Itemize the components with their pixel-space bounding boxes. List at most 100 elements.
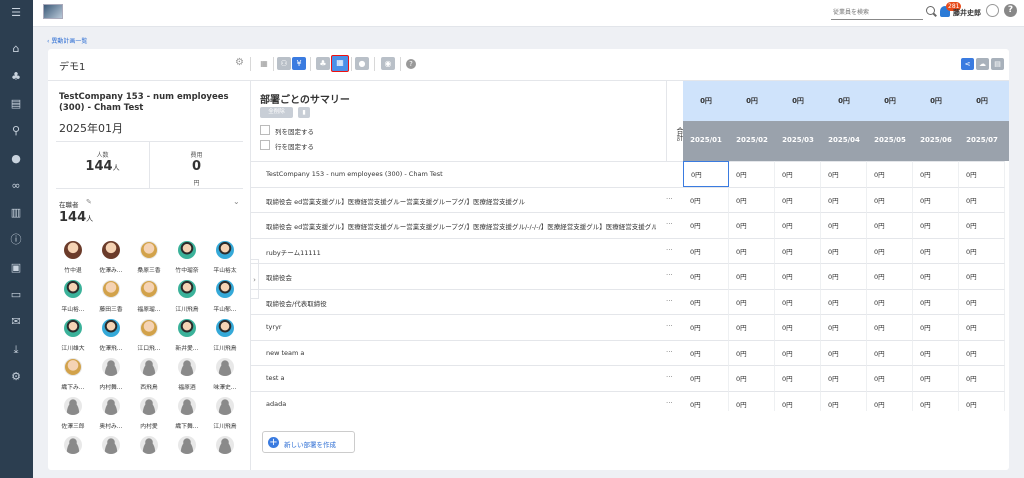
member-avatar[interactable] — [102, 358, 120, 376]
help-icon[interactable]: ? — [1004, 4, 1017, 17]
member-card[interactable]: 佐澤飛… — [92, 319, 130, 357]
cost-cell[interactable]: 0円 — [729, 237, 775, 264]
people-toggle-button[interactable]: ⚇ — [277, 57, 291, 70]
comment-button[interactable]: ● — [355, 57, 369, 70]
member-card[interactable]: 桑原三香 — [130, 241, 168, 279]
department-row[interactable]: tyryr ··· — [251, 314, 685, 340]
cloud-button[interactable]: ☁ — [976, 58, 989, 70]
export-button[interactable]: ▤ — [991, 58, 1004, 70]
member-card[interactable]: 西飛鳥 — [130, 358, 168, 396]
cost-cell[interactable]: 0円 — [821, 161, 867, 187]
cost-cell[interactable]: 0円 — [913, 237, 959, 264]
cost-cell[interactable]: 0円 — [867, 288, 913, 315]
cost-cell[interactable]: 0円 — [867, 314, 913, 340]
member-card[interactable]: 平山郁… — [206, 280, 244, 318]
cost-cell[interactable]: 0円 — [775, 288, 821, 315]
org-chart-icon[interactable]: ♣ — [9, 70, 23, 83]
cost-cell[interactable]: 0円 — [775, 365, 821, 391]
cost-cell[interactable]: 0円 — [821, 314, 867, 340]
cost-cell[interactable]: 0円 — [959, 263, 1005, 289]
cost-cell[interactable]: 0円 — [959, 365, 1005, 391]
cost-cell[interactable]: 0円 — [729, 339, 775, 366]
cost-cell[interactable]: 0円 — [913, 212, 959, 238]
cost-cell[interactable]: 0円 — [683, 365, 729, 391]
document-icon[interactable]: ▤ — [9, 97, 23, 110]
chat-icon[interactable]: ● — [9, 152, 23, 165]
cost-cell[interactable]: 0円 — [683, 339, 729, 366]
department-row[interactable]: 取締役会 ··· — [251, 263, 685, 289]
member-avatar[interactable] — [140, 280, 158, 298]
more-options-icon[interactable]: ··· — [666, 246, 673, 254]
cost-cell[interactable]: 0円 — [821, 390, 867, 411]
cost-cell[interactable]: 0円 — [913, 186, 959, 213]
cost-cell[interactable]: 0円 — [821, 288, 867, 315]
member-card[interactable]: 江川飛鳥 — [206, 397, 244, 435]
cost-cell[interactable]: 0円 — [775, 263, 821, 289]
cost-cell[interactable]: 0円 — [959, 314, 1005, 340]
cost-cell[interactable]: 0円 — [959, 288, 1005, 315]
cost-cell[interactable]: 0円 — [775, 339, 821, 366]
member-avatar[interactable] — [64, 436, 82, 454]
member-card[interactable]: 平山裕… — [54, 280, 92, 318]
gear-icon[interactable]: ⚙ — [235, 58, 245, 68]
member-avatar[interactable] — [64, 280, 82, 298]
member-avatar[interactable] — [216, 436, 234, 454]
member-avatar[interactable] — [178, 319, 196, 337]
member-avatar[interactable] — [178, 358, 196, 376]
member-card[interactable]: 新井愛… — [168, 319, 206, 357]
member-avatar[interactable] — [178, 436, 196, 454]
info-icon[interactable]: ⓘ — [9, 233, 23, 246]
member-avatar[interactable] — [64, 241, 82, 259]
cost-cell[interactable]: 0円 — [959, 161, 1005, 187]
more-options-icon[interactable]: ··· — [666, 373, 673, 381]
member-card[interactable]: 内村舞… — [92, 358, 130, 396]
member-card[interactable]: 藤田三香 — [92, 280, 130, 318]
member-card[interactable]: 味澤史… — [206, 358, 244, 396]
member-avatar[interactable] — [64, 319, 82, 337]
department-row[interactable]: adada ··· — [251, 390, 685, 417]
cost-cell[interactable]: 0円 — [729, 365, 775, 391]
cost-cell[interactable]: 0円 — [683, 390, 729, 411]
question-icon[interactable]: ? — [406, 59, 416, 69]
link-icon[interactable]: ∞ — [9, 179, 23, 192]
calendar-icon[interactable]: ▦ — [257, 57, 271, 70]
cost-cell[interactable]: 0円 — [913, 288, 959, 315]
cost-cell[interactable]: 0円 — [959, 237, 1005, 264]
cost-cell[interactable]: 0円 — [683, 288, 729, 315]
cost-cell[interactable]: 0円 — [775, 237, 821, 264]
member-card[interactable] — [92, 436, 130, 470]
cost-cell[interactable]: 0円 — [683, 263, 729, 289]
more-options-icon[interactable]: ··· — [666, 322, 673, 330]
member-avatar[interactable] — [140, 358, 158, 376]
home-icon[interactable]: ⌂ — [9, 42, 23, 55]
fix-rows-checkbox[interactable] — [260, 140, 270, 150]
cost-cell[interactable]: 0円 — [821, 212, 867, 238]
member-avatar[interactable] — [216, 397, 234, 415]
cost-cell[interactable]: 0円 — [821, 237, 867, 264]
trash-icon[interactable]: ▮ — [298, 107, 310, 118]
user-avatar[interactable] — [986, 4, 999, 17]
more-options-icon[interactable]: ··· — [666, 271, 673, 279]
cost-cell[interactable]: 0円 — [913, 263, 959, 289]
cost-cell[interactable]: 0円 — [729, 186, 775, 213]
cost-cell[interactable]: 0円 — [729, 288, 775, 315]
cost-cell[interactable]: 0円 — [913, 390, 959, 411]
cost-cell[interactable]: 0円 — [775, 186, 821, 213]
department-row[interactable]: test a ··· — [251, 365, 685, 391]
cost-cell[interactable]: 0円 — [821, 365, 867, 391]
member-card[interactable]: 竹中瑠奈 — [168, 241, 206, 279]
book-icon[interactable]: ▭ — [9, 288, 23, 301]
member-avatar[interactable] — [140, 241, 158, 259]
member-card[interactable]: 佐澤み… — [92, 241, 130, 279]
cost-cell[interactable]: 0円 — [775, 161, 821, 187]
cost-cell[interactable]: 0円 — [867, 237, 913, 264]
cost-cell[interactable]: 0円 — [821, 186, 867, 213]
cost-cell[interactable]: 0円 — [867, 212, 913, 238]
delete-all-button[interactable]: 全削除 — [260, 107, 293, 118]
member-card[interactable]: 平山裕太 — [206, 241, 244, 279]
chevron-down-icon[interactable]: ⌄ — [233, 197, 240, 206]
member-card[interactable]: 江口飛… — [130, 319, 168, 357]
cost-cell[interactable]: 0円 — [959, 186, 1005, 213]
cost-cell[interactable]: 0円 — [913, 365, 959, 391]
more-options-icon[interactable]: ··· — [666, 348, 673, 356]
